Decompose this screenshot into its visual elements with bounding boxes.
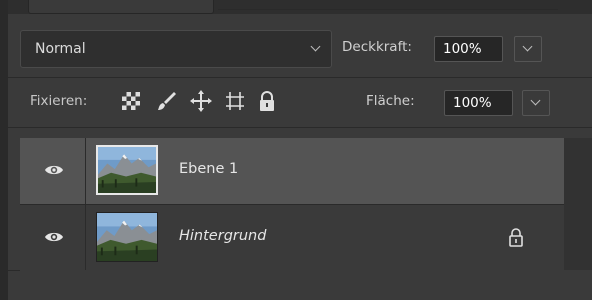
panel-tab[interactable] bbox=[28, 0, 214, 14]
visibility-toggle[interactable] bbox=[20, 138, 86, 204]
lock-all-icon[interactable] bbox=[256, 90, 278, 112]
visibility-toggle[interactable] bbox=[20, 205, 86, 271]
mountain-landscape-image bbox=[98, 147, 156, 193]
layer-thumbnail[interactable] bbox=[96, 145, 158, 195]
layers-panel: Normal Deckkraft: 100% Fixieren: Fläche:… bbox=[0, 0, 592, 300]
fill-label: Fläche: bbox=[366, 93, 415, 109]
chevron-down-icon bbox=[530, 95, 541, 106]
eye-icon bbox=[45, 232, 63, 242]
layer-row-hintergrund[interactable]: Hintergrund bbox=[20, 205, 564, 271]
divider bbox=[8, 127, 592, 128]
panel-gutter bbox=[564, 138, 592, 270]
layer-thumbnail[interactable] bbox=[96, 212, 158, 262]
lock-artboard-icon[interactable] bbox=[224, 90, 246, 112]
chevron-down-icon bbox=[310, 41, 321, 52]
layer-name[interactable]: Hintergrund bbox=[179, 228, 266, 244]
blend-mode-value: Normal bbox=[35, 41, 86, 57]
eye-icon bbox=[45, 165, 63, 175]
layer-row-ebene-1[interactable]: Ebene 1 bbox=[20, 138, 564, 204]
lock-image-pixels-icon[interactable] bbox=[156, 90, 178, 112]
fill-dropdown-button[interactable] bbox=[522, 90, 550, 116]
opacity-input[interactable]: 100% bbox=[434, 36, 503, 62]
lock-label: Fixieren: bbox=[30, 93, 88, 109]
lock-icon[interactable] bbox=[508, 227, 524, 247]
lock-position-icon[interactable] bbox=[190, 90, 212, 112]
blend-mode-select[interactable]: Normal bbox=[20, 30, 332, 68]
opacity-label: Deckkraft: bbox=[342, 39, 412, 55]
chevron-down-icon bbox=[522, 41, 533, 52]
divider bbox=[8, 77, 592, 78]
lock-transparent-pixels-icon[interactable] bbox=[120, 90, 142, 112]
layers-list: Ebene 1 Hintergrund bbox=[20, 138, 564, 271]
opacity-dropdown-button[interactable] bbox=[514, 36, 542, 62]
tab-strip-border bbox=[218, 0, 558, 10]
mountain-landscape-image bbox=[97, 213, 157, 261]
fill-input[interactable]: 100% bbox=[444, 90, 513, 116]
panel-tab-strip bbox=[8, 0, 592, 14]
layers-empty-area bbox=[20, 270, 592, 300]
layer-name[interactable]: Ebene 1 bbox=[179, 161, 238, 177]
